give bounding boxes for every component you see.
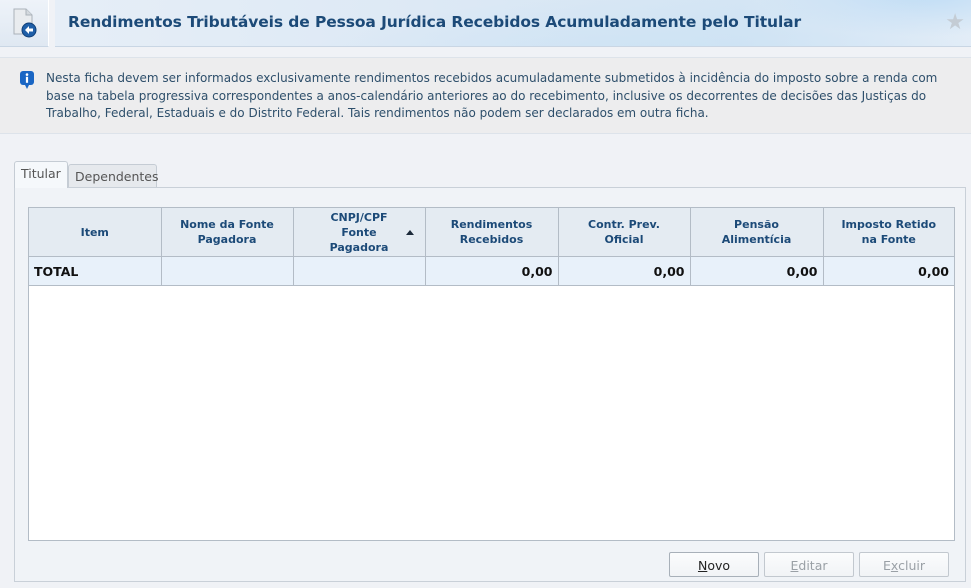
- editar-button[interactable]: Editar: [764, 552, 854, 577]
- total-pensao: 0,00: [690, 256, 824, 286]
- table-header-row: Item Nome da Fonte Pagadora CNPJ/CPF Font…: [29, 208, 954, 257]
- total-imposto: 0,00: [823, 256, 954, 286]
- data-grid: Item Nome da Fonte Pagadora CNPJ/CPF Font…: [28, 207, 955, 541]
- column-header-item[interactable]: Item: [29, 208, 162, 257]
- excluir-button[interactable]: Excluir: [859, 552, 949, 577]
- document-back-icon: [12, 8, 38, 42]
- info-text: Nesta ficha devem ser informados exclusi…: [46, 71, 938, 120]
- cnpj-header-label: CNPJ/CPF Fonte Pagadora: [330, 210, 415, 255]
- column-header-contr-prev[interactable]: Contr. Prev. Oficial: [558, 208, 691, 257]
- column-header-cnpj[interactable]: CNPJ/CPF Fonte Pagadora: [293, 208, 426, 257]
- tab-titular[interactable]: Titular: [14, 161, 68, 188]
- column-header-imposto[interactable]: Imposto Retido na Fonte: [823, 208, 954, 257]
- column-header-pensao[interactable]: Pensão Alimentícia: [690, 208, 824, 257]
- total-nome: [161, 256, 294, 286]
- page-title: Rendimentos Tributáveis de Pessoa Jurídi…: [68, 13, 802, 31]
- info-icon: [19, 70, 35, 94]
- total-contr-prev: 0,00: [558, 256, 691, 286]
- total-label: TOTAL: [29, 256, 162, 286]
- info-box: Nesta ficha devem ser informados exclusi…: [0, 57, 971, 134]
- novo-button[interactable]: Novo: [669, 552, 759, 577]
- sort-ascending-icon: [406, 229, 415, 235]
- column-header-rendimentos[interactable]: Rendimentos Recebidos: [425, 208, 559, 257]
- total-rendimentos: 0,00: [425, 256, 559, 286]
- page-header: Rendimentos Tributáveis de Pessoa Jurídi…: [0, 0, 971, 47]
- tab-dependentes[interactable]: Dependentes: [68, 164, 159, 188]
- header-icon-box: [0, 0, 49, 47]
- total-cnpj: [293, 256, 426, 286]
- total-row: TOTAL 0,00 0,00 0,00 0,00: [29, 256, 954, 286]
- tab-panel: Item Nome da Fonte Pagadora CNPJ/CPF Font…: [14, 187, 966, 582]
- header-band: Rendimentos Tributáveis de Pessoa Jurídi…: [55, 0, 971, 47]
- column-header-nome-fonte[interactable]: Nome da Fonte Pagadora: [161, 208, 294, 257]
- star-icon[interactable]: ★: [945, 12, 965, 34]
- rendimentos-table: Item Nome da Fonte Pagadora CNPJ/CPF Font…: [29, 208, 954, 286]
